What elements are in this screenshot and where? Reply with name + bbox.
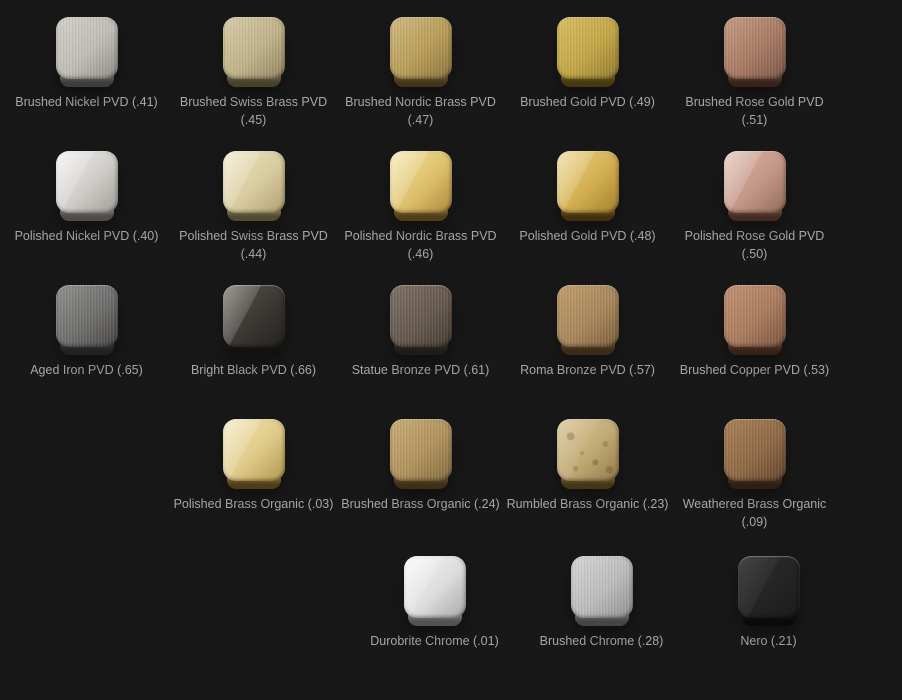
swatch-face [557, 285, 619, 347]
finish-option[interactable]: Weathered Brass Organic (.09) [671, 419, 838, 532]
finish-option[interactable]: Statue Bronze PVD (.61) [337, 285, 504, 398]
finish-swatch [404, 556, 466, 626]
finish-option[interactable]: Brushed Rose Gold PVD (.51) [671, 17, 838, 130]
finish-row: Polished Nickel PVD (.40) Polished Swiss… [3, 151, 902, 264]
swatch-face [390, 17, 452, 79]
finish-swatch [557, 419, 619, 489]
finish-swatch [223, 17, 285, 87]
finish-swatch [390, 151, 452, 221]
finish-swatch [223, 285, 285, 355]
swatch-face [390, 285, 452, 347]
swatch-face [390, 419, 452, 481]
finish-swatch [390, 285, 452, 355]
finish-label: Brushed Brass Organic (.24) [341, 495, 499, 513]
finish-label: Brushed Copper PVD (.53) [680, 361, 829, 379]
finish-option[interactable]: Aged Iron PVD (.65) [3, 285, 170, 398]
swatch-face [223, 419, 285, 481]
finish-swatch [390, 419, 452, 489]
finish-swatch [738, 556, 800, 626]
swatch-face [404, 556, 466, 618]
swatch-face [390, 151, 452, 213]
finish-label: Brushed Gold PVD (.49) [520, 93, 655, 111]
finish-option[interactable]: Brushed Nordic Brass PVD (.47) [337, 17, 504, 130]
finish-label: Roma Bronze PVD (.57) [520, 361, 655, 379]
finish-label: Polished Brass Organic (.03) [174, 495, 334, 513]
finish-row: Aged Iron PVD (.65) Bright Black PVD (.6… [3, 285, 902, 398]
finish-option[interactable]: Brushed Nickel PVD (.41) [3, 17, 170, 130]
finish-option[interactable]: Nero (.21) [685, 556, 852, 669]
finish-swatch [724, 419, 786, 489]
finish-row: Brushed Nickel PVD (.41) Brushed Swiss B… [3, 17, 902, 130]
finish-swatch [724, 151, 786, 221]
finish-label: Polished Nordic Brass PVD (.46) [338, 227, 504, 263]
swatch-face [56, 17, 118, 79]
finish-option[interactable]: Roma Bronze PVD (.57) [504, 285, 671, 398]
finish-label: Polished Rose Gold PVD (.50) [672, 227, 838, 263]
finish-swatch [557, 285, 619, 355]
swatch-face [724, 17, 786, 79]
finish-swatch [724, 285, 786, 355]
finish-swatch [390, 17, 452, 87]
finish-swatch [56, 17, 118, 87]
finish-swatch [571, 556, 633, 626]
finish-label: Rumbled Brass Organic (.23) [507, 495, 669, 513]
finish-option[interactable]: Polished Gold PVD (.48) [504, 151, 671, 264]
swatch-face [571, 556, 633, 618]
swatch-face [223, 17, 285, 79]
finish-option[interactable]: Polished Nickel PVD (.40) [3, 151, 170, 264]
finish-label: Brushed Swiss Brass PVD (.45) [171, 93, 337, 129]
swatch-face [557, 17, 619, 79]
swatch-face [223, 151, 285, 213]
finish-option[interactable]: Brushed Brass Organic (.24) [337, 419, 504, 532]
finish-option[interactable]: Brushed Chrome (.28) [518, 556, 685, 669]
finish-swatch [223, 419, 285, 489]
finish-label: Bright Black PVD (.66) [191, 361, 316, 379]
finish-label: Polished Swiss Brass PVD (.44) [171, 227, 337, 263]
finish-option[interactable]: Brushed Gold PVD (.49) [504, 17, 671, 130]
finish-swatch [56, 285, 118, 355]
finish-option[interactable]: Polished Rose Gold PVD (.50) [671, 151, 838, 264]
swatch-face [56, 285, 118, 347]
swatch-face [724, 419, 786, 481]
swatch-face [738, 556, 800, 618]
finish-label: Brushed Rose Gold PVD (.51) [672, 93, 838, 129]
finish-label: Brushed Nordic Brass PVD (.47) [338, 93, 504, 129]
finish-label: Aged Iron PVD (.65) [30, 361, 143, 379]
finish-option[interactable]: Brushed Copper PVD (.53) [671, 285, 838, 398]
finish-swatch [56, 151, 118, 221]
finish-label: Brushed Chrome (.28) [540, 632, 664, 650]
finish-label: Statue Bronze PVD (.61) [352, 361, 490, 379]
finish-swatch [724, 17, 786, 87]
finish-option[interactable]: Polished Swiss Brass PVD (.44) [170, 151, 337, 264]
finish-swatch [557, 17, 619, 87]
finish-label: Polished Gold PVD (.48) [519, 227, 655, 245]
finish-grid: Brushed Nickel PVD (.41) Brushed Swiss B… [0, 0, 902, 669]
swatch-face [724, 285, 786, 347]
finish-label: Brushed Nickel PVD (.41) [15, 93, 157, 111]
finish-option[interactable]: Bright Black PVD (.66) [170, 285, 337, 398]
swatch-face [557, 151, 619, 213]
finish-row: Durobrite Chrome (.01) Brushed Chrome (.… [351, 556, 902, 669]
finish-swatch [557, 151, 619, 221]
finish-option[interactable]: Durobrite Chrome (.01) [351, 556, 518, 669]
finish-option[interactable]: Brushed Swiss Brass PVD (.45) [170, 17, 337, 130]
swatch-face [56, 151, 118, 213]
swatch-face [223, 285, 285, 347]
finish-option[interactable]: Polished Nordic Brass PVD (.46) [337, 151, 504, 264]
finish-label: Nero (.21) [740, 632, 796, 650]
finish-label: Polished Nickel PVD (.40) [15, 227, 159, 245]
finish-row: Polished Brass Organic (.03) Brushed Bra… [170, 419, 902, 532]
swatch-face [724, 151, 786, 213]
finish-swatch [223, 151, 285, 221]
finish-label: Durobrite Chrome (.01) [370, 632, 499, 650]
finish-option[interactable]: Rumbled Brass Organic (.23) [504, 419, 671, 532]
finish-option[interactable]: Polished Brass Organic (.03) [170, 419, 337, 532]
finish-label: Weathered Brass Organic (.09) [672, 495, 838, 531]
swatch-face [557, 419, 619, 481]
